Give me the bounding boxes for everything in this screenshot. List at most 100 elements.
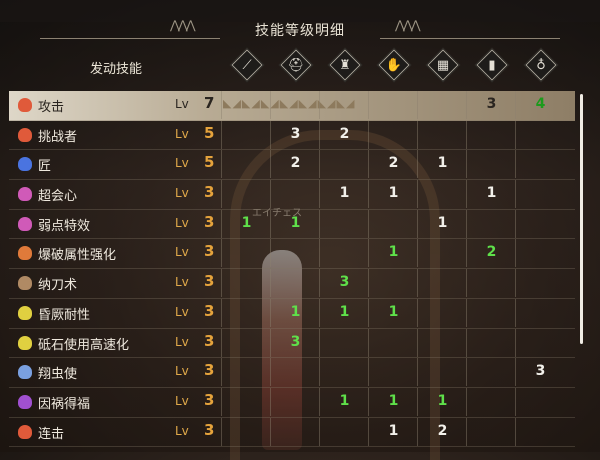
equipment-cell (515, 298, 565, 327)
page-title: 技能等级明细 (255, 23, 345, 39)
skill-row[interactable]: 攻击 Lv 7 ◣◢◣◢◣◢◣◢◣◢◣◢◣◢ 3 4 (9, 91, 575, 121)
equipment-cell: 1 (270, 209, 320, 238)
skill-points-value: 3 (290, 125, 301, 142)
equipment-cell: 1 (319, 387, 369, 416)
skill-points-value: 1 (388, 303, 399, 320)
talisman-icon-glyph: ♁ (536, 57, 546, 73)
equipment-cell (368, 120, 418, 149)
equipment-cell (270, 91, 320, 119)
skill-row[interactable]: 超会心 Lv 3 1 1 1 (9, 180, 575, 210)
skill-jewel-icon (18, 394, 32, 409)
equipment-cell (319, 209, 369, 238)
skill-name: 弱点特效 (38, 218, 91, 234)
equipment-cell: 1 (221, 209, 271, 238)
skill-points-value: 1 (437, 214, 448, 231)
equipment-cell (417, 358, 467, 387)
equipment-cell (221, 387, 271, 416)
equipment-cell: 1 (417, 150, 467, 179)
skill-name: 连击 (38, 426, 65, 442)
equipment-cell: 1 (368, 298, 418, 327)
level-prefix: Lv (175, 215, 189, 230)
skill-row[interactable]: 连击 Lv 3 1 2 (9, 417, 575, 448)
equipment-cell (515, 120, 565, 149)
skill-jewel-icon (18, 365, 32, 380)
equipment-cell (515, 387, 565, 416)
equipment-cell (319, 239, 369, 268)
level-prefix: Lv (175, 245, 189, 260)
equipment-cell (270, 358, 320, 387)
skill-name: 匠 (38, 159, 52, 175)
equipment-cell (515, 209, 565, 238)
equipment-cell (466, 269, 516, 298)
equipment-cell (515, 180, 565, 209)
equipment-cell (417, 91, 467, 119)
waist-armor-icon: ▦ (427, 49, 459, 81)
skill-level: 3 (204, 242, 215, 261)
scrollbar[interactable] (580, 94, 583, 344)
equipment-cell: 2 (319, 120, 369, 149)
equipment-cell (368, 358, 418, 387)
equipment-cell (417, 239, 467, 268)
level-prefix: Lv (175, 275, 189, 290)
equipment-cell: 2 (466, 239, 516, 268)
skill-row[interactable]: 砥石使用高速化 Lv 3 3 (9, 328, 575, 359)
skill-name: 翔虫使 (38, 367, 78, 383)
title-divider-left (40, 38, 220, 39)
equipment-cell (466, 209, 516, 238)
skill-row[interactable]: 纳刀术 Lv 3 3 (9, 269, 575, 299)
equipment-cell (466, 298, 516, 327)
equipment-cell (319, 150, 369, 179)
equipment-cell (319, 328, 369, 357)
skill-row[interactable]: 爆破属性强化 Lv 3 1 2 (9, 239, 575, 270)
skill-points-value: 1 (290, 303, 301, 320)
equipment-cell: 1 (417, 209, 467, 238)
skill-jewel-icon (18, 187, 32, 202)
equipment-cell: 3 (270, 328, 320, 357)
arm-armor-icon: ✋ (378, 49, 410, 81)
skill-row[interactable]: 翔虫使 Lv 3 3 (9, 358, 575, 388)
skill-name: 昏厥耐性 (38, 307, 91, 323)
equipment-cell (417, 298, 467, 327)
skill-points-value: 3 (486, 96, 497, 112)
leg-armor-icon-glyph: ▮ (488, 57, 496, 73)
equipment-cell: 1 (368, 180, 418, 209)
level-prefix: Lv (175, 364, 189, 379)
equipment-cell (515, 239, 565, 268)
skill-jewel-icon (18, 424, 32, 439)
skill-points-value: 1 (486, 185, 497, 202)
header-strip (0, 0, 600, 22)
equipment-cell (368, 209, 418, 238)
skill-level: 3 (204, 301, 215, 320)
skill-level: 3 (204, 361, 215, 380)
equipment-cell (319, 358, 369, 387)
equipment-cell: 1 (270, 298, 320, 327)
skill-name: 纳刀术 (38, 278, 78, 294)
equipment-cell (466, 358, 516, 387)
skill-row[interactable]: 因祸得福 Lv 3 1 1 1 (9, 387, 575, 418)
equipment-cell (270, 180, 320, 209)
skill-level: 3 (204, 331, 215, 350)
skill-points-value: 1 (437, 392, 448, 409)
skill-name: 砥石使用高速化 (38, 337, 130, 353)
equipment-cell: 1 (417, 387, 467, 416)
ornament-right-icon: ⋀⋀⋀ (395, 18, 420, 32)
skill-level: 7 (204, 94, 215, 112)
equipment-cell (319, 417, 369, 446)
equipment-cell (221, 269, 271, 298)
equipment-cell (221, 150, 271, 179)
skill-row[interactable]: 匠 Lv 5 2 2 1 (9, 150, 575, 181)
equipment-cell (368, 91, 418, 119)
skill-name: 爆破属性强化 (38, 248, 117, 264)
skill-level: 5 (204, 123, 215, 142)
skill-row[interactable]: 弱点特效 Lv 3 1 1 1 (9, 209, 575, 240)
level-prefix: Lv (175, 334, 189, 349)
equipment-cell (515, 417, 565, 446)
title-divider-right (380, 38, 560, 39)
skill-points-value: 1 (241, 214, 252, 231)
skill-row[interactable]: 昏厥耐性 Lv 3 1 1 1 (9, 298, 575, 329)
skill-points-value: 2 (339, 125, 350, 142)
skill-row[interactable]: 挑战者 Lv 5 3 2 (9, 120, 575, 151)
equipment-cell (515, 328, 565, 357)
skill-points-value: 1 (388, 244, 399, 261)
equipment-cell: 3 (270, 120, 320, 149)
